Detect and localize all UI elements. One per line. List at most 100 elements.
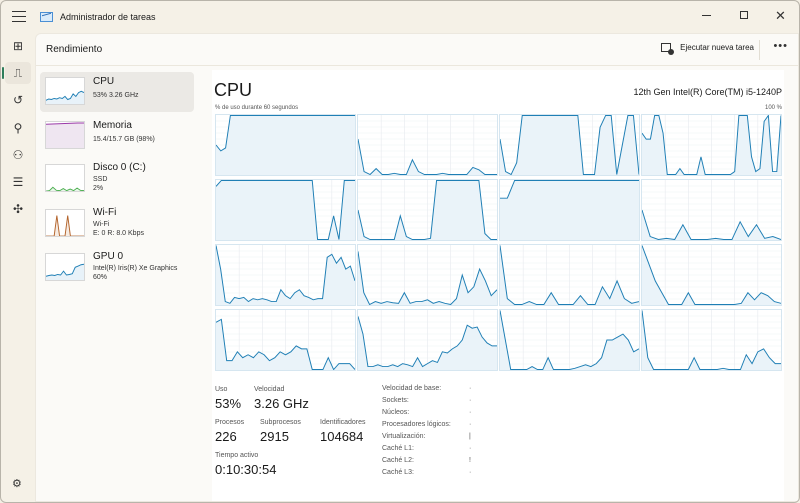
- run-new-task-button[interactable]: Ejecutar nueva tarea: [661, 43, 754, 55]
- spec-label: Núcleos:: [382, 409, 410, 416]
- spec-value: !: [469, 457, 471, 464]
- grid-icon: ⊞: [12, 39, 24, 53]
- spec-label: Caché L1:: [382, 445, 414, 452]
- subprocesos-value: 2915: [260, 429, 289, 444]
- core-usage-area: [500, 180, 639, 240]
- nav-rendimiento[interactable]: ⎍: [2, 62, 31, 84]
- logical-processor-graph: [499, 244, 640, 306]
- spec-label: Procesadores lógicos:: [382, 421, 451, 428]
- resource-item-disco[interactable]: Disco 0 (C:) SSD 2%: [40, 158, 194, 198]
- cpu-thumbnail-graph: [45, 77, 85, 105]
- task-manager-app-icon: [40, 12, 53, 22]
- performance-icon: ⎍: [13, 65, 23, 80]
- spec-value: ·: [469, 445, 472, 452]
- window-title: Administrador de tareas: [60, 12, 156, 22]
- tiempo-activo-value: 0:10:30:54: [215, 462, 277, 477]
- settings-icon[interactable]: ⚙: [12, 477, 22, 490]
- logical-processor-graph: [641, 244, 782, 306]
- spec-value: ·: [469, 469, 472, 476]
- nav-usuarios[interactable]: ⚇: [5, 144, 31, 166]
- resource-item-memoria[interactable]: Memoria 15.4/15.7 GB (98%): [40, 116, 194, 156]
- velocidad-value: 3.26 GHz: [254, 396, 309, 411]
- uso-value: 53%: [215, 396, 242, 411]
- more-options-button[interactable]: •••: [773, 40, 788, 52]
- history-icon: ↺: [12, 93, 24, 107]
- resource-detail: 2%: [93, 185, 104, 192]
- run-task-icon: [661, 43, 675, 55]
- resource-detail: E: 0 R: 8.0 Kbps: [93, 230, 144, 237]
- logical-processor-graph: [357, 114, 498, 176]
- subprocesos-label: Subprocesos: [260, 419, 301, 426]
- title-bar: Administrador de tareas ✕: [1, 1, 799, 35]
- resource-type: SSD: [93, 176, 108, 183]
- nav-historial[interactable]: ↺: [5, 89, 31, 111]
- logical-processor-graphs: [215, 114, 783, 374]
- identificadores-value: 104684: [320, 429, 364, 444]
- minimize-button[interactable]: [688, 1, 725, 29]
- logical-processor-graph: [641, 179, 782, 241]
- core-usage-chart: [358, 180, 497, 240]
- content-pane: Rendimiento Ejecutar nueva tarea ••• CPU…: [35, 33, 799, 502]
- logical-processor-graph: [357, 309, 498, 371]
- spec-label: Virtualización:: [382, 433, 426, 440]
- logical-processor-graph: [499, 114, 640, 176]
- wifi-thumbnail-graph: [45, 209, 85, 237]
- resource-name: Disco 0 (C:): [93, 162, 146, 173]
- nav-servicios[interactable]: ✣: [5, 198, 31, 220]
- core-usage-chart: [500, 245, 639, 305]
- puzzle-icon: ✣: [12, 202, 24, 216]
- logical-processor-graph: [215, 114, 356, 176]
- cpu-detail-panel: CPU 12th Gen Intel(R) Core(TM) i5-1240P …: [212, 70, 784, 501]
- resource-detail: 15.4/15.7 GB (98%): [93, 136, 155, 143]
- spec-value: |: [469, 433, 471, 440]
- hamburger-menu-icon[interactable]: [12, 11, 26, 23]
- resource-name: Wi-Fi: [93, 207, 117, 218]
- minimize-icon: [702, 14, 711, 16]
- identificadores-label: Identificadores: [320, 419, 366, 426]
- core-usage-chart: [216, 245, 355, 305]
- logical-processor-graph: [215, 179, 356, 241]
- logical-processor-graph: [357, 179, 498, 241]
- graph-caption: % de uso durante 60 segundos: [215, 105, 299, 111]
- resource-item-gpu[interactable]: GPU 0 Intel(R) Iris(R) Xe Graphics 60%: [40, 247, 194, 287]
- cpu-title: CPU: [214, 80, 253, 100]
- core-usage-chart: [358, 115, 497, 175]
- uso-label: Uso: [215, 386, 228, 393]
- core-usage-chart: [500, 310, 639, 370]
- sparkline-line: [46, 215, 84, 236]
- resource-item-wifi[interactable]: Wi-Fi Wi-Fi E: 0 R: 8.0 Kbps: [40, 203, 194, 243]
- spec-value: ·: [469, 397, 472, 404]
- spec-value: ·: [469, 385, 472, 392]
- core-usage-chart: [500, 115, 639, 175]
- nav-inicio[interactable]: ⚲: [5, 117, 31, 139]
- logical-processor-graph: [357, 244, 498, 306]
- logical-processor-graph: [499, 309, 640, 371]
- spec-value: ·: [469, 409, 472, 416]
- core-usage-chart: [216, 180, 355, 240]
- resource-type: Intel(R) Iris(R) Xe Graphics: [93, 265, 178, 272]
- logical-processor-graph: [499, 179, 640, 241]
- resource-detail: 60%: [93, 274, 108, 281]
- spec-label: Caché L2:: [382, 457, 414, 464]
- core-usage-area: [216, 115, 355, 175]
- core-usage-chart: [642, 180, 781, 240]
- close-button[interactable]: ✕: [762, 1, 799, 29]
- logical-processor-graph: [215, 309, 356, 371]
- core-usage-chart: [358, 245, 497, 305]
- close-icon: ✕: [775, 7, 786, 23]
- page-title: Rendimiento: [46, 44, 103, 55]
- nav-procesos[interactable]: ⊞: [5, 35, 31, 57]
- maximize-button[interactable]: [725, 1, 762, 29]
- resource-name: CPU: [93, 76, 115, 87]
- core-usage-chart: [500, 180, 639, 240]
- tiempo-activo-label: Tiempo activo: [215, 452, 259, 459]
- nav-detalles[interactable]: ☰: [5, 171, 31, 193]
- resource-type: Wi-Fi: [93, 221, 110, 228]
- logical-processor-graph: [641, 309, 782, 371]
- cpu-model: 12th Gen Intel(R) Core(TM) i5-1240P: [633, 87, 782, 97]
- logical-processor-graph: [641, 114, 782, 176]
- list-icon: ☰: [12, 175, 24, 189]
- spec-label: Velocidad de base:: [382, 385, 442, 392]
- resource-item-cpu[interactable]: CPU 53% 3.26 GHz: [40, 72, 194, 112]
- procesos-label: Procesos: [215, 419, 245, 426]
